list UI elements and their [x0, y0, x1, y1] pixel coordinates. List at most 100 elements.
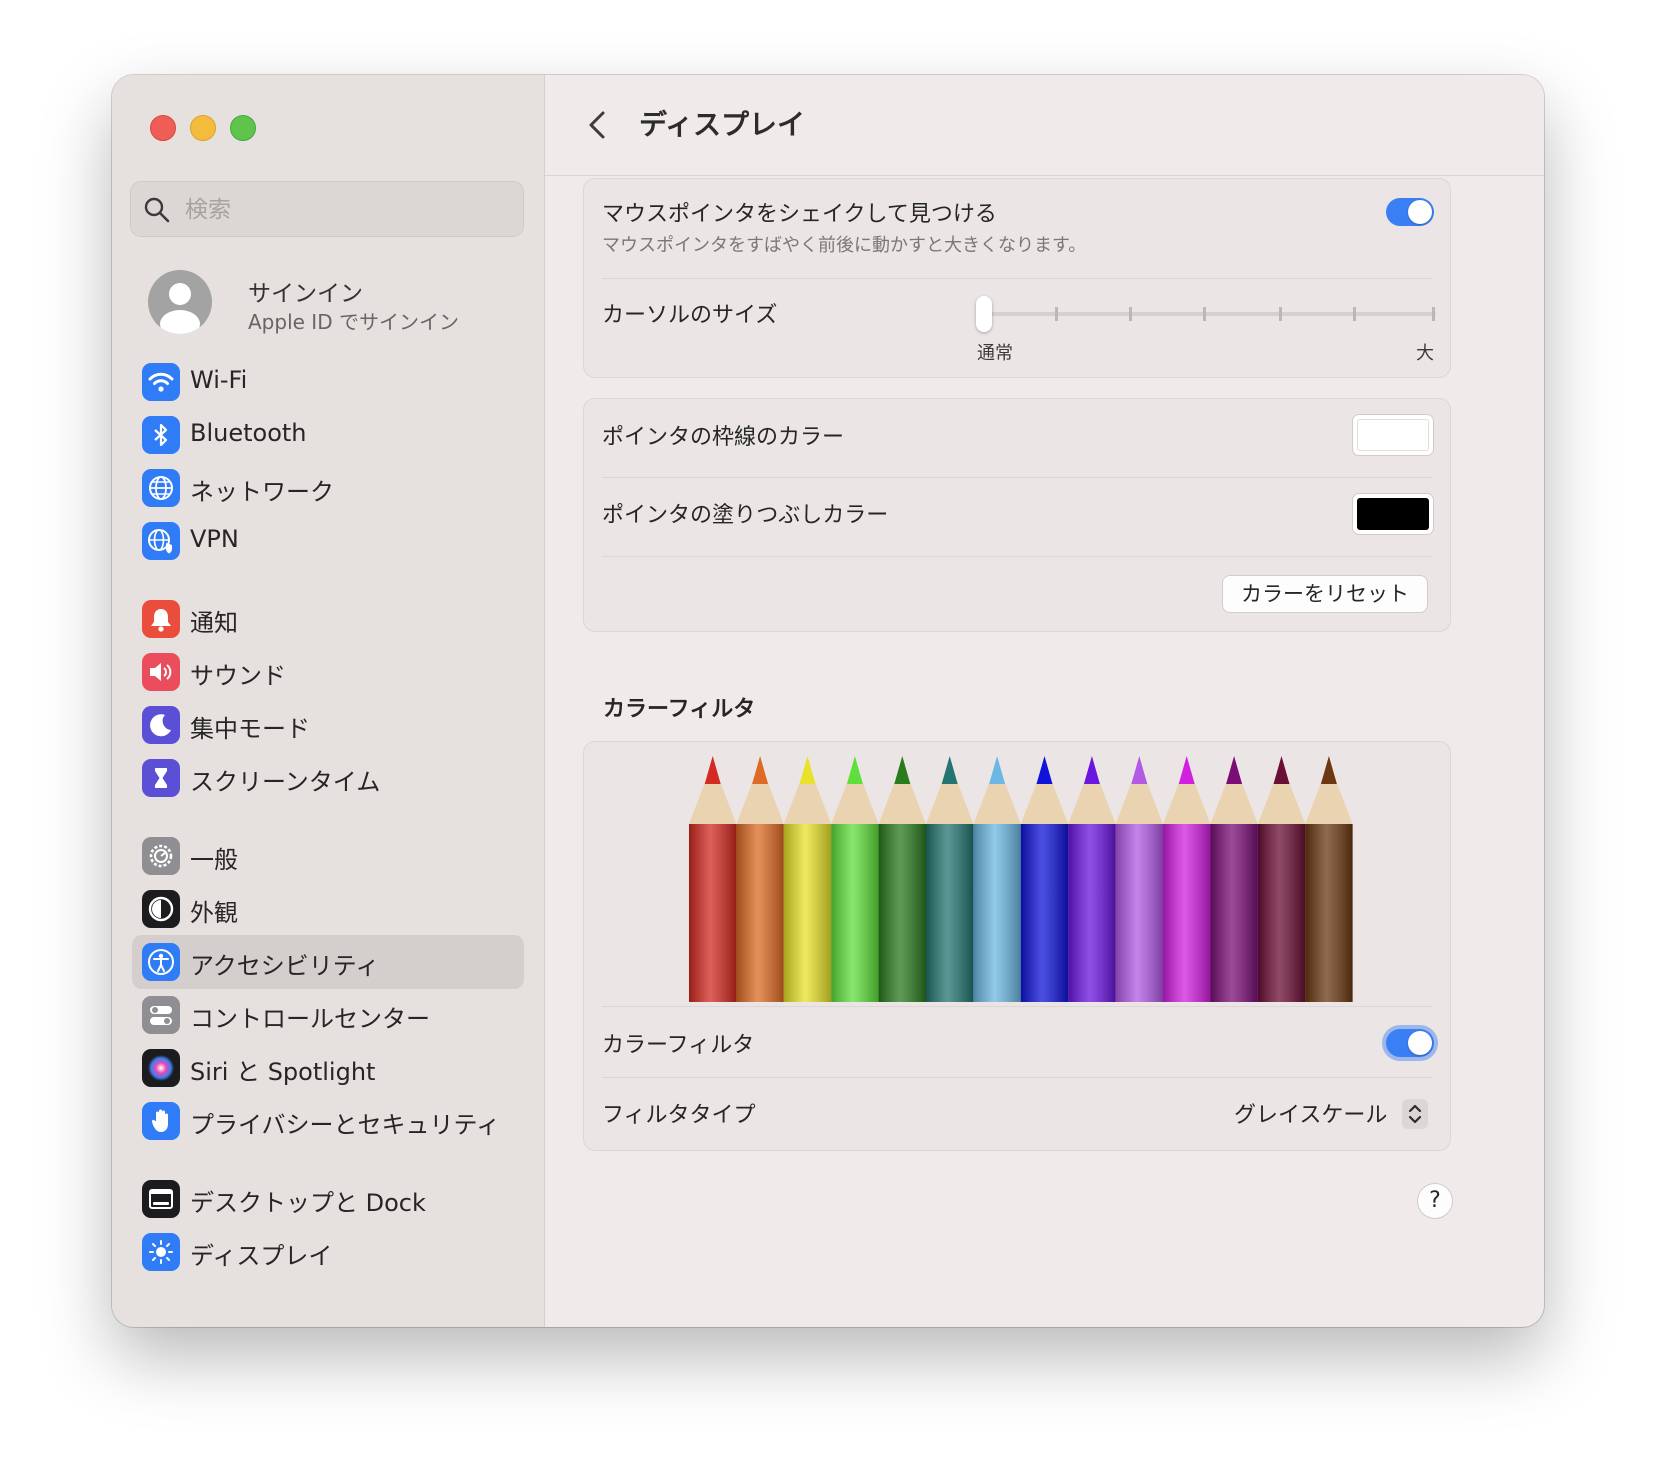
- sidebar-item-vpn[interactable]: VPN: [132, 514, 524, 568]
- sidebar-item-displays[interactable]: ディスプレイ: [132, 1225, 524, 1279]
- fill-color-label: ポインタの塗りつぶしカラー: [602, 503, 889, 528]
- sidebar-item-network[interactable]: ネットワーク: [132, 461, 524, 515]
- filter-type-label: フィルタタイプ: [602, 1103, 756, 1128]
- hand-icon: [142, 1102, 180, 1140]
- pencil-9: [1068, 756, 1116, 1002]
- fill-color-well[interactable]: [1352, 493, 1434, 535]
- filter-type-popup[interactable]: グレイスケール: [1234, 1097, 1387, 1129]
- color-filter-preview-image: [689, 756, 1353, 1002]
- search-field[interactable]: [130, 181, 524, 238]
- sidebar-item-notifications[interactable]: 通知: [132, 592, 524, 646]
- gear-icon: [142, 837, 180, 875]
- sidebar-item-general[interactable]: 一般: [132, 829, 524, 883]
- pencil-6: [926, 756, 974, 1002]
- avatar-icon: [148, 270, 212, 334]
- sidebar-item-label: 通知: [190, 609, 238, 637]
- sidebar-item-label: アクセシビリティ: [190, 952, 380, 980]
- outline-color-label: ポインタの枠線のカラー: [602, 425, 845, 450]
- pencil-10: [1115, 756, 1163, 1002]
- pencil-5: [878, 756, 926, 1002]
- cursor-size-label: カーソルのサイズ: [602, 303, 778, 328]
- settings-window: サインイン Apple ID でサインイン Wi-Fi Bluetooth ネッ…: [112, 75, 1544, 1327]
- toggles-icon: [142, 996, 180, 1034]
- bell-icon: [142, 600, 180, 638]
- pencil-12: [1210, 756, 1258, 1002]
- sidebar-item-siri-spotlight[interactable]: Siri と Spotlight: [132, 1041, 524, 1095]
- sidebar-item-label: Wi-Fi: [190, 366, 248, 394]
- sidebar-item-label: デスクトップと Dock: [190, 1189, 426, 1217]
- sidebar-item-wifi[interactable]: Wi-Fi: [132, 355, 524, 409]
- dock-icon: [142, 1180, 180, 1218]
- page-title: ディスプレイ: [639, 108, 806, 141]
- help-button[interactable]: ?: [1417, 1183, 1453, 1219]
- sidebar-item-label: Bluetooth: [190, 419, 307, 447]
- cursor-size-slider-knob[interactable]: [976, 296, 992, 332]
- pencil-1: [689, 756, 737, 1002]
- minimize-window-button[interactable]: [190, 115, 216, 141]
- pencil-13: [1257, 756, 1306, 1002]
- sidebar-item-screen-time[interactable]: スクリーンタイム: [132, 751, 524, 805]
- account-subtitle: Apple ID でサインイン: [248, 310, 459, 334]
- sidebar-item-privacy-security[interactable]: プライバシーとセキュリティ: [132, 1094, 524, 1148]
- title-bar: ディスプレイ: [545, 75, 1544, 176]
- sidebar-item-appearance[interactable]: 外観: [132, 882, 524, 936]
- search-input[interactable]: [183, 182, 507, 238]
- outline-color-well[interactable]: [1352, 414, 1434, 456]
- sidebar-item-label: コントロールセンター: [190, 1005, 430, 1033]
- wifi-icon: [142, 363, 180, 401]
- pencil-11: [1163, 756, 1211, 1002]
- sidebar-item-label: ディスプレイ: [190, 1242, 333, 1270]
- back-button[interactable]: [583, 105, 613, 145]
- search-icon: [144, 197, 170, 223]
- color-filter-label: カラーフィルタ: [602, 1033, 755, 1058]
- sidebar-item-control-center[interactable]: コントロールセンター: [132, 988, 524, 1042]
- vpn-globe-icon: [142, 522, 180, 560]
- sidebar-item-label: 集中モード: [190, 715, 310, 743]
- globe-icon: [142, 469, 180, 507]
- siri-icon: [142, 1049, 180, 1087]
- shake-description: マウスポインタをすばやく前後に動かすと大きくなります。: [602, 235, 1087, 256]
- account-name: サインイン: [248, 281, 363, 307]
- sidebar-item-label: VPN: [190, 525, 239, 553]
- appearance-icon: [142, 890, 180, 928]
- pointer-color-card: ポインタの枠線のカラー ポインタの塗りつぶしカラー カラーをリセット: [583, 398, 1451, 632]
- color-filter-toggle[interactable]: [1386, 1029, 1434, 1057]
- pencil-7: [973, 756, 1021, 1002]
- chevron-updown-icon[interactable]: [1402, 1099, 1428, 1129]
- sidebar-item-bluetooth[interactable]: Bluetooth: [132, 408, 524, 462]
- shake-label: マウスポインタをシェイクして見つける: [602, 202, 997, 227]
- sidebar-item-label: プライバシーとセキュリティ: [190, 1111, 501, 1139]
- sidebar-item-label: Siri と Spotlight: [190, 1058, 376, 1086]
- color-filter-section-title: カラーフィルタ: [603, 697, 756, 722]
- pencil-14: [1305, 756, 1353, 1002]
- speaker-icon: [142, 653, 180, 691]
- hourglass-icon: [142, 759, 180, 797]
- account-signin[interactable]: サインイン Apple ID でサインイン: [148, 270, 528, 342]
- pencil-8: [1020, 756, 1069, 1002]
- sidebar-item-label: スクリーンタイム: [190, 768, 381, 796]
- sidebar-item-label: サウンド: [190, 662, 286, 690]
- sidebar-item-label: ネットワーク: [190, 478, 334, 506]
- pencil-2: [736, 756, 784, 1002]
- close-window-button[interactable]: [150, 115, 176, 141]
- pencil-3: [783, 756, 832, 1002]
- color-filter-card: カラーフィルタ フィルタタイプ グレイスケール: [583, 741, 1451, 1151]
- sun-icon: [142, 1233, 180, 1271]
- sidebar-item-accessibility[interactable]: アクセシビリティ: [132, 935, 524, 989]
- cursor-size-slider[interactable]: [984, 312, 1436, 316]
- main-pane: ディスプレイ マウスポインタをシェイクして見つける マウスポインタをすばやく前後…: [545, 75, 1544, 1327]
- sidebar-item-desktop-dock[interactable]: デスクトップと Dock: [132, 1172, 524, 1226]
- accessibility-icon: [142, 943, 180, 981]
- sidebar-item-label: 一般: [190, 846, 238, 874]
- zoom-window-button[interactable]: [230, 115, 256, 141]
- sidebar-item-label: 外観: [190, 899, 238, 927]
- pencil-4: [831, 756, 879, 1002]
- moon-icon: [142, 706, 180, 744]
- cursor-size-min-label: 通常: [977, 343, 1013, 364]
- bluetooth-icon: [142, 416, 180, 454]
- sidebar-item-sound[interactable]: サウンド: [132, 645, 524, 699]
- sidebar: サインイン Apple ID でサインイン Wi-Fi Bluetooth ネッ…: [112, 75, 545, 1327]
- sidebar-item-focus[interactable]: 集中モード: [132, 698, 524, 752]
- reset-colors-button[interactable]: カラーをリセット: [1222, 575, 1428, 613]
- shake-toggle[interactable]: [1386, 198, 1434, 226]
